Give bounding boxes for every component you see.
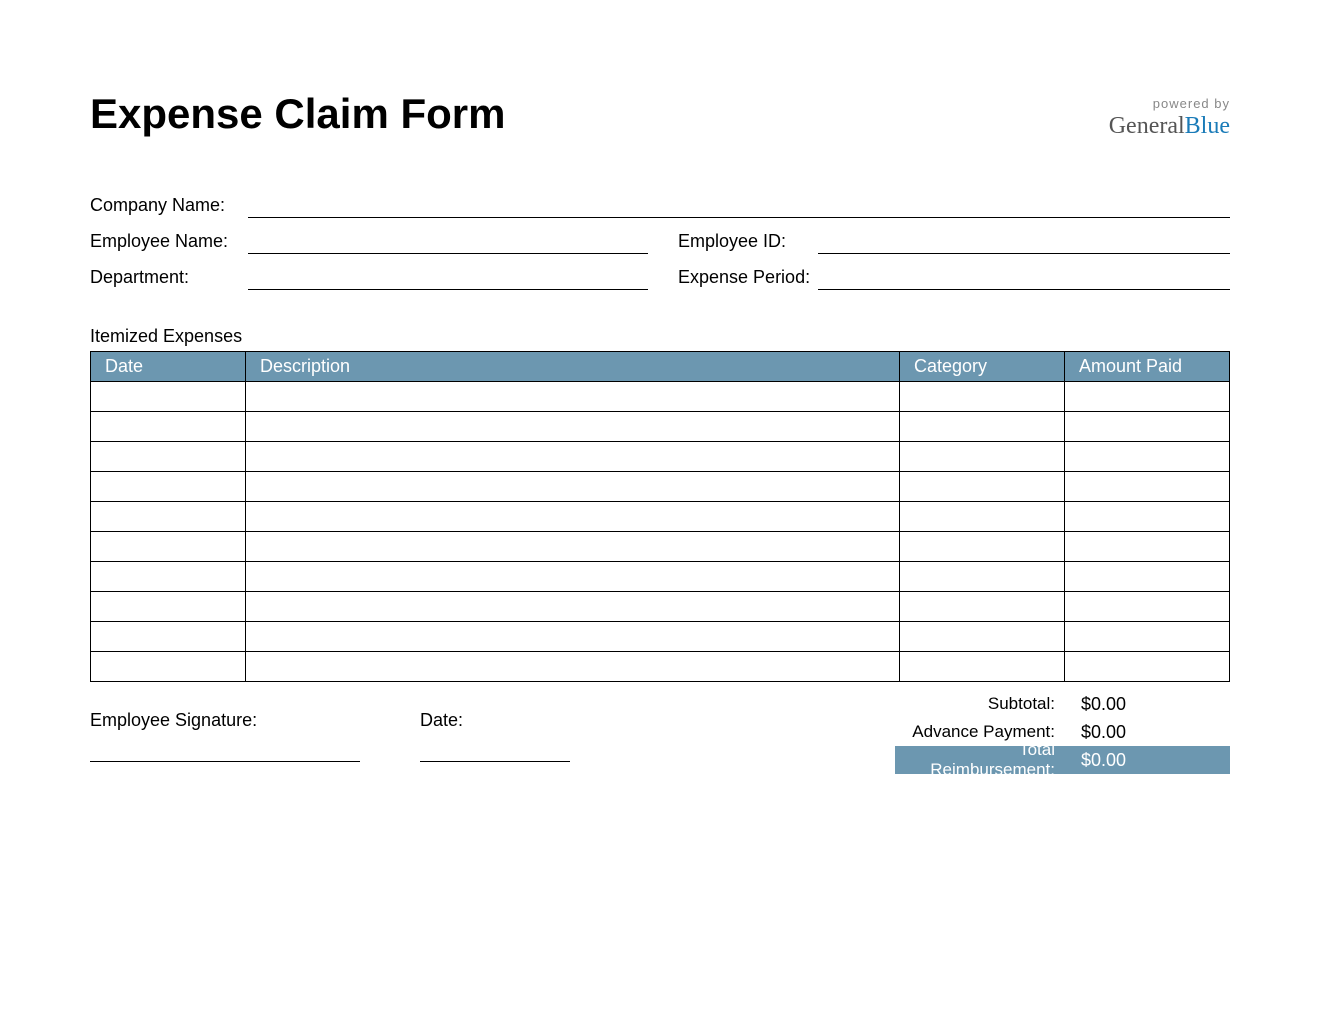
employee-id-label: Employee ID: [678, 231, 818, 254]
cell-date[interactable] [91, 532, 246, 562]
cell-amount[interactable] [1065, 472, 1230, 502]
col-header-category: Category [900, 352, 1065, 382]
cell-description[interactable] [246, 412, 900, 442]
table-row [91, 412, 1230, 442]
info-fields: Company Name: Employee Name: Employee ID… [90, 188, 1230, 290]
subtotal-label: Subtotal: [895, 694, 1065, 714]
cell-amount[interactable] [1065, 592, 1230, 622]
company-name-label: Company Name: [90, 195, 248, 218]
col-header-date: Date [91, 352, 246, 382]
employee-id-input[interactable] [818, 224, 1230, 254]
cell-category[interactable] [900, 382, 1065, 412]
expense-table: Date Description Category Amount Paid [90, 351, 1230, 682]
cell-description[interactable] [246, 502, 900, 532]
advance-value: $0.00 [1065, 722, 1230, 743]
department-label: Department: [90, 267, 248, 290]
reimbursement-label: Total Reimbursement: [895, 740, 1065, 780]
table-row [91, 592, 1230, 622]
signature-date-line[interactable] [420, 761, 570, 762]
cell-amount[interactable] [1065, 532, 1230, 562]
cell-category[interactable] [900, 622, 1065, 652]
cell-category[interactable] [900, 652, 1065, 682]
cell-category[interactable] [900, 562, 1065, 592]
cell-date[interactable] [91, 442, 246, 472]
expense-period-label: Expense Period: [678, 267, 818, 290]
cell-description[interactable] [246, 382, 900, 412]
cell-category[interactable] [900, 412, 1065, 442]
col-header-description: Description [246, 352, 900, 382]
cell-category[interactable] [900, 472, 1065, 502]
table-row [91, 442, 1230, 472]
table-row [91, 532, 1230, 562]
cell-date[interactable] [91, 652, 246, 682]
company-name-input[interactable] [248, 188, 1230, 218]
cell-description[interactable] [246, 652, 900, 682]
table-row [91, 562, 1230, 592]
signature-block: Employee Signature: Date: [90, 690, 895, 774]
cell-description[interactable] [246, 532, 900, 562]
cell-amount[interactable] [1065, 382, 1230, 412]
cell-date[interactable] [91, 592, 246, 622]
employee-name-input[interactable] [248, 224, 648, 254]
employee-signature-line[interactable] [90, 761, 360, 762]
table-row [91, 382, 1230, 412]
expense-period-input[interactable] [818, 260, 1230, 290]
cell-date[interactable] [91, 502, 246, 532]
employee-name-label: Employee Name: [90, 231, 248, 254]
table-row [91, 502, 1230, 532]
page-title: Expense Claim Form [90, 90, 505, 138]
cell-description[interactable] [246, 442, 900, 472]
employee-signature-label: Employee Signature: [90, 710, 360, 731]
cell-category[interactable] [900, 442, 1065, 472]
cell-category[interactable] [900, 532, 1065, 562]
itemized-section-label: Itemized Expenses [90, 326, 1230, 347]
brand-general: General [1109, 113, 1185, 139]
totals-block: Subtotal: $0.00 Advance Payment: $0.00 T… [895, 690, 1230, 774]
cell-description[interactable] [246, 592, 900, 622]
table-row [91, 622, 1230, 652]
table-row [91, 472, 1230, 502]
cell-date[interactable] [91, 472, 246, 502]
brand-logo: powered by GeneralBlue [1109, 90, 1230, 140]
advance-label: Advance Payment: [895, 722, 1065, 742]
cell-amount[interactable] [1065, 622, 1230, 652]
cell-description[interactable] [246, 562, 900, 592]
cell-amount[interactable] [1065, 412, 1230, 442]
cell-amount[interactable] [1065, 442, 1230, 472]
col-header-amount: Amount Paid [1065, 352, 1230, 382]
cell-date[interactable] [91, 562, 246, 592]
cell-date[interactable] [91, 622, 246, 652]
reimbursement-value: $0.00 [1065, 750, 1230, 771]
powered-by-text: powered by [1109, 96, 1230, 111]
brand-name: GeneralBlue [1109, 113, 1230, 140]
cell-description[interactable] [246, 622, 900, 652]
subtotal-value: $0.00 [1065, 694, 1230, 715]
cell-date[interactable] [91, 412, 246, 442]
cell-category[interactable] [900, 592, 1065, 622]
cell-date[interactable] [91, 382, 246, 412]
department-input[interactable] [248, 260, 648, 290]
cell-amount[interactable] [1065, 562, 1230, 592]
cell-amount[interactable] [1065, 652, 1230, 682]
brand-blue: Blue [1185, 113, 1230, 139]
signature-date-label: Date: [420, 710, 570, 731]
cell-category[interactable] [900, 502, 1065, 532]
table-row [91, 652, 1230, 682]
cell-amount[interactable] [1065, 502, 1230, 532]
cell-description[interactable] [246, 472, 900, 502]
